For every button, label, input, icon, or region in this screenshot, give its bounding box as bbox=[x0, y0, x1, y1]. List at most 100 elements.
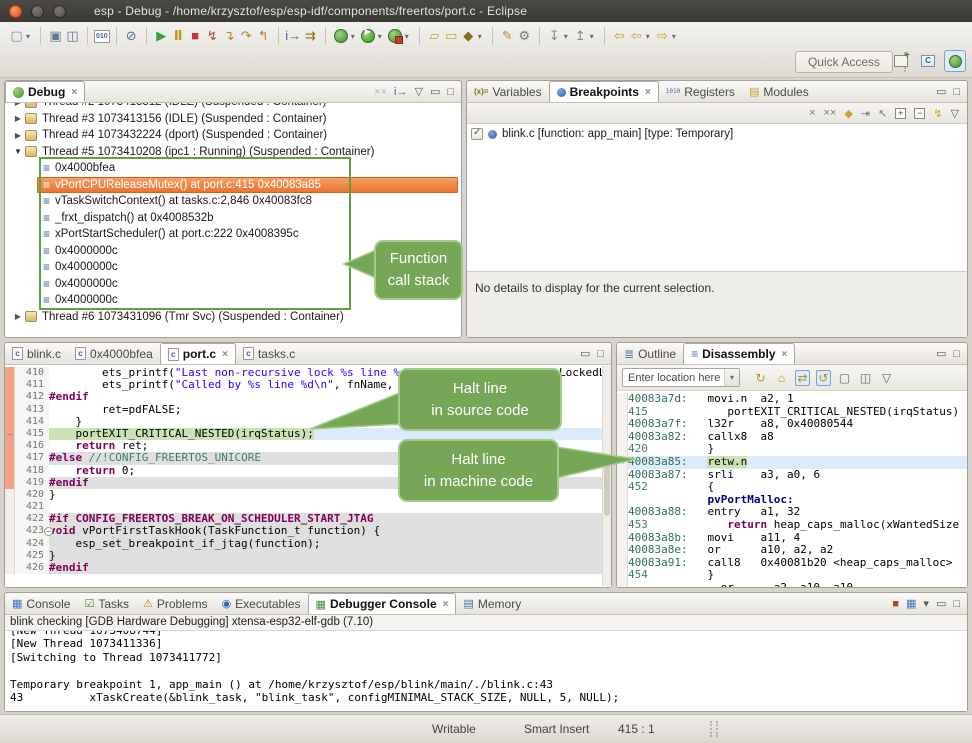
code-line[interactable]: 413 ret=pdFALSE; bbox=[5, 404, 611, 416]
disassembly-line[interactable]: 454 } bbox=[617, 569, 967, 582]
follow-pc-icon[interactable]: ↺ bbox=[816, 370, 831, 386]
last-edit-location-icon[interactable]: ⇦ bbox=[611, 26, 628, 46]
disassembly-line[interactable]: 420 } bbox=[617, 443, 967, 456]
instruction-stepping-toggle[interactable]: i→ bbox=[394, 86, 407, 98]
stack-frame-row[interactable]: ≡0x4000000c bbox=[5, 259, 461, 276]
code-line[interactable]: 414 } bbox=[5, 416, 611, 428]
minimize-button[interactable]: ▭ bbox=[430, 85, 440, 98]
tab-disassembly[interactable]: ≡Disassembly× bbox=[683, 343, 795, 364]
window-minimize-button[interactable] bbox=[31, 5, 44, 18]
tab-debugger-console[interactable]: ▦Debugger Console× bbox=[308, 593, 457, 614]
run-dropdown-icon[interactable] bbox=[361, 29, 375, 43]
code-line[interactable]: 421 bbox=[5, 501, 611, 513]
maximize-button[interactable]: □ bbox=[597, 348, 604, 360]
minimize-button[interactable]: ▭ bbox=[936, 597, 946, 610]
external-tools-dropdown-icon-dropdown[interactable]: ▾ bbox=[405, 32, 409, 41]
tab-problems[interactable]: ⚠Problems bbox=[136, 593, 215, 614]
disassembly-line[interactable]: 40083a7d: movi.n a2, 1 bbox=[617, 393, 967, 406]
tab-memory[interactable]: ▤Memory bbox=[456, 593, 528, 614]
view-menu[interactable]: ▽ bbox=[879, 371, 894, 385]
disassembly-line[interactable]: 453 return heap_caps_malloc(xWantedSize bbox=[617, 519, 967, 532]
remove-all-breakpoints-icon[interactable]: ×× bbox=[824, 107, 837, 119]
code-line[interactable]: →415 portEXIT_CRITICAL_NESTED(irqStatus)… bbox=[5, 428, 611, 440]
disassembly-line[interactable]: or a2, a10, a10 bbox=[617, 582, 967, 587]
skip-all-breakpoints-icon[interactable]: ⊘ bbox=[123, 26, 140, 46]
stack-frame-row[interactable]: ≡vTaskSwitchContext() at tasks.c:2,846 0… bbox=[5, 193, 461, 210]
back-icon-dropdown[interactable]: ▾ bbox=[646, 32, 650, 41]
tab-registers[interactable]: 1010Registers bbox=[659, 81, 742, 102]
open-new-view-icon[interactable]: ▢ bbox=[837, 371, 852, 385]
disassembly-line[interactable]: →40083a85: retw.n bbox=[617, 456, 967, 469]
location-dropdown-icon[interactable]: ▾ bbox=[724, 369, 739, 386]
instruction-stepping-icon[interactable]: i→ bbox=[285, 26, 302, 46]
save-icon[interactable]: ▣ bbox=[47, 26, 64, 46]
code-editor[interactable]: 410 ets_printf("Last non-recursive lock … bbox=[5, 365, 611, 587]
tree-expand-icon[interactable]: ▶ bbox=[11, 312, 25, 321]
disassembly-line[interactable]: 452 { bbox=[617, 481, 967, 494]
stack-frame-row[interactable]: ≡xPortStartScheduler() at port.c:222 0x4… bbox=[5, 226, 461, 243]
run-dropdown-icon-dropdown[interactable]: ▾ bbox=[378, 32, 382, 41]
tree-collapse-icon[interactable]: ▼ bbox=[11, 147, 25, 156]
editor-settings-icon[interactable]: ⚙ bbox=[516, 26, 533, 46]
tree-expand-icon[interactable]: ▶ bbox=[11, 114, 25, 123]
suspend-icon[interactable]: Ⅱ bbox=[170, 26, 187, 46]
debug-perspective-icon[interactable] bbox=[944, 50, 966, 72]
editor-tab-0x4000bfea[interactable]: c0x4000bfea bbox=[68, 343, 160, 364]
step-into-icon[interactable]: ↴ bbox=[221, 26, 238, 46]
open-element-icon[interactable]: ▭ bbox=[443, 26, 460, 46]
forward-icon-dropdown[interactable]: ▾ bbox=[672, 32, 676, 41]
view-menu[interactable]: ▽ bbox=[951, 107, 959, 120]
disassembly-line[interactable]: 415 portEXIT_CRITICAL_NESTED(irqStatus) bbox=[617, 406, 967, 419]
new-wizard-icon-dropdown[interactable]: ▾ bbox=[26, 32, 30, 41]
editor-tab-blink-c[interactable]: cblink.c bbox=[5, 343, 68, 364]
code-line[interactable]: 426#endif bbox=[5, 562, 611, 574]
code-line[interactable]: 418 return 0; bbox=[5, 465, 611, 477]
stack-frame-row[interactable]: ≡0x4000000c bbox=[5, 276, 461, 293]
collapse-all-icon[interactable]: − bbox=[914, 108, 925, 119]
cpp-perspective-icon[interactable]: C bbox=[917, 50, 939, 72]
disconnect-icon[interactable]: ↯ bbox=[204, 26, 221, 46]
thread-row[interactable]: ▶Thread #4 1073432224 (dport) (Suspended… bbox=[5, 127, 461, 144]
disassembly-line[interactable]: 40083a91: call8 0x40081b20 <heap_caps_ma… bbox=[617, 557, 967, 570]
thread-row[interactable]: ▼Thread #5 1073410208 (ipc1 : Running) (… bbox=[5, 144, 461, 161]
previous-annotation-icon-dropdown[interactable]: ▾ bbox=[590, 32, 594, 41]
tab-variables[interactable]: (x)=Variables bbox=[467, 81, 549, 102]
tree-expand-icon[interactable]: ▶ bbox=[11, 131, 25, 140]
tree-expand-icon[interactable]: ▶ bbox=[11, 103, 25, 107]
thread-row[interactable]: ▶Thread #6 1073431096 (Tmr Svc) (Suspend… bbox=[5, 309, 461, 326]
code-line[interactable]: 419#endif bbox=[5, 477, 611, 489]
code-line[interactable]: 424 esp_set_breakpoint_if_jtag(function)… bbox=[5, 538, 611, 550]
disassembly-line[interactable]: 40083a7f: l32r a8, 0x40080544 bbox=[617, 418, 967, 431]
code-line[interactable]: 420} bbox=[5, 489, 611, 501]
editor-scrollbar[interactable] bbox=[602, 366, 611, 586]
tab-close-icon[interactable]: × bbox=[443, 599, 449, 610]
fold-marker-icon[interactable]: − bbox=[44, 527, 53, 536]
disassembly-line[interactable]: pvPortMalloc: bbox=[617, 494, 967, 507]
console-dropdown[interactable]: ▾ bbox=[923, 597, 929, 610]
refresh-icon[interactable]: ↻ bbox=[753, 371, 768, 385]
code-line[interactable]: 423−void vPortFirstTaskHook(TaskFunction… bbox=[5, 525, 611, 537]
remove-all-terminated-button[interactable]: ×× bbox=[374, 86, 387, 98]
code-line[interactable]: 422#if CONFIG_FREERTOS_BREAK_ON_SCHEDULE… bbox=[5, 513, 611, 525]
resume-icon[interactable]: ▶ bbox=[153, 26, 170, 46]
thread-row[interactable]: ▶Thread #2 1073413312 (IDLE) (Suspended … bbox=[5, 103, 461, 111]
skip-all-breakpoints-icon[interactable]: ↖ bbox=[878, 107, 887, 120]
next-annotation-icon[interactable]: ↧ bbox=[546, 26, 563, 46]
code-line[interactable]: 416 return ret; bbox=[5, 440, 611, 452]
code-line[interactable]: 412#endif bbox=[5, 391, 611, 403]
tab-close-icon[interactable]: × bbox=[782, 349, 788, 360]
disassembly-line[interactable]: 40083a82: callx8 a8 bbox=[617, 431, 967, 444]
display-selected-console-button[interactable]: ▦ bbox=[906, 597, 916, 610]
editor-tab-port-c[interactable]: cport.c× bbox=[160, 343, 236, 364]
minimize-button[interactable]: ▭ bbox=[936, 347, 946, 360]
tab-close-icon[interactable]: × bbox=[645, 87, 651, 98]
tab-executables[interactable]: ◉Executables bbox=[215, 593, 308, 614]
disassembly-line[interactable]: 40083a8b: movi a11, 4 bbox=[617, 532, 967, 545]
stack-frame-row[interactable]: ≡vPortCPUReleaseMutex() at port.c:415 0x… bbox=[5, 177, 461, 194]
tab-close-icon[interactable]: × bbox=[222, 349, 228, 360]
new-wizard-icon[interactable]: ▢ bbox=[8, 26, 25, 46]
external-tools-dropdown-icon[interactable] bbox=[388, 29, 402, 43]
search-icon[interactable]: ◆ bbox=[460, 26, 477, 46]
forward-icon[interactable]: ⇨ bbox=[654, 26, 671, 46]
tab-tasks[interactable]: ☑Tasks bbox=[77, 593, 136, 614]
